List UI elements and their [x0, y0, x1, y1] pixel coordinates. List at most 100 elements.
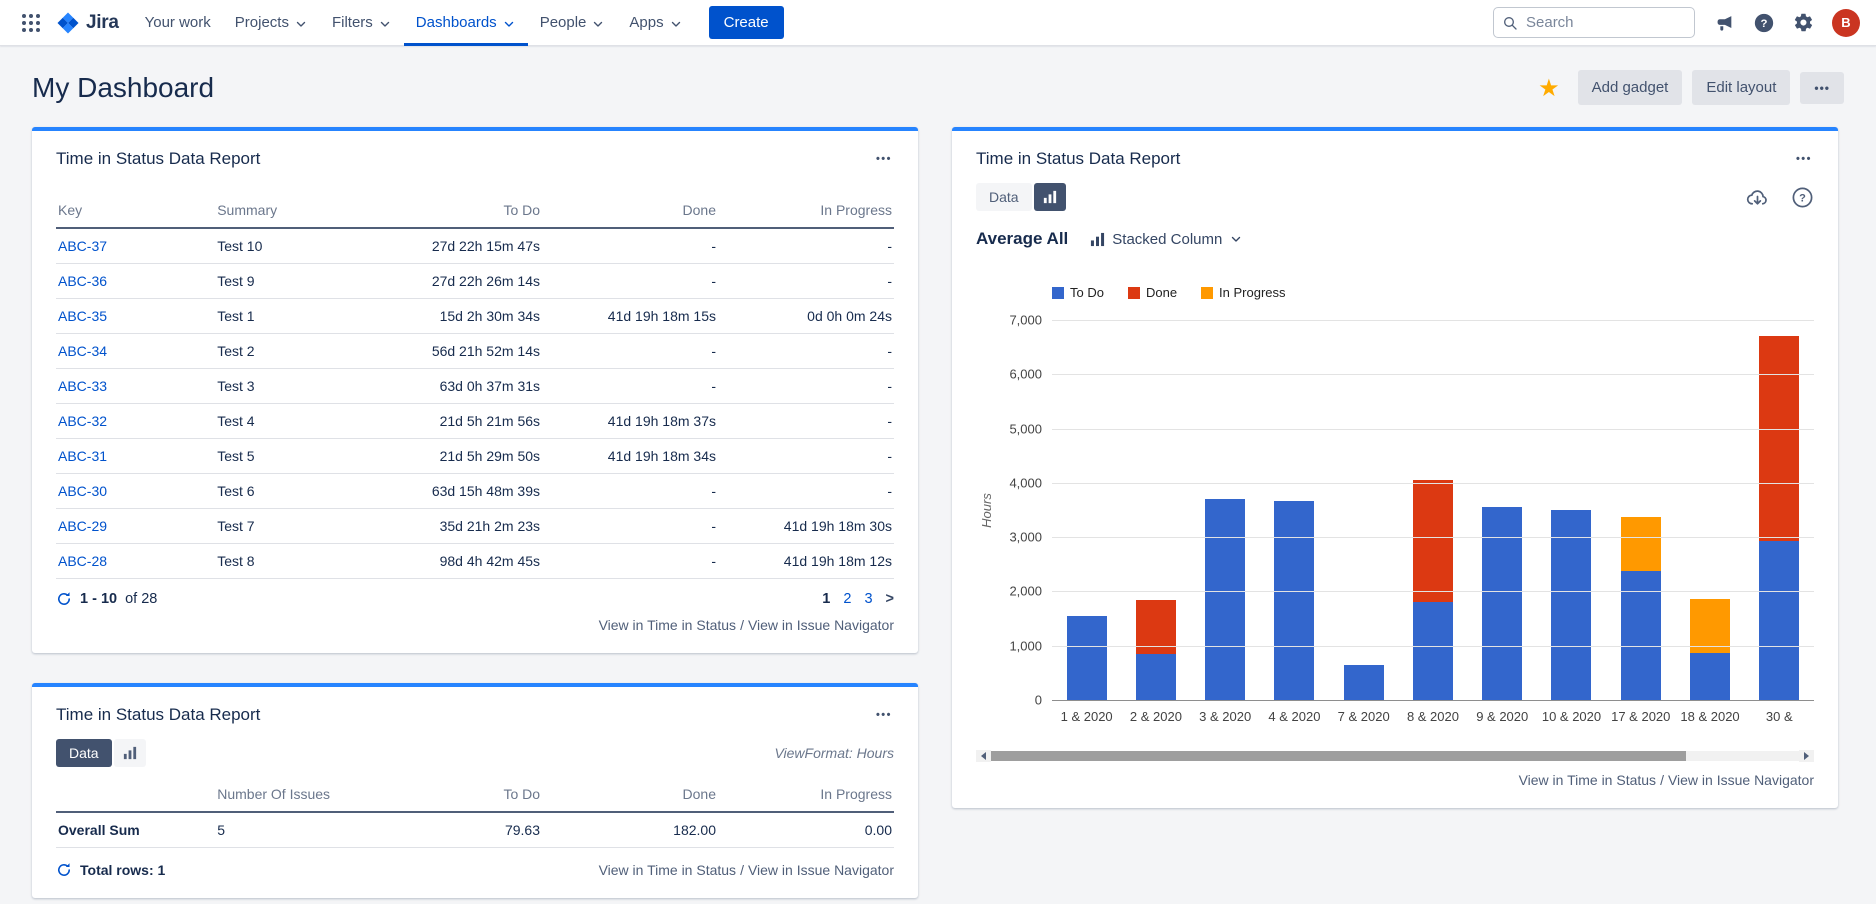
bar-segment-to-do[interactable] [1621, 571, 1661, 700]
announcement-icon[interactable] [1713, 12, 1735, 34]
bar-group [1537, 320, 1606, 700]
favorite-star-icon[interactable]: ★ [1538, 76, 1560, 100]
view-in-issue-navigator-link[interactable]: View in Issue Navigator [748, 617, 894, 633]
issue-key-link[interactable]: ABC-32 [58, 413, 107, 429]
gadget-menu-button[interactable]: ••• [874, 149, 894, 169]
dashboard-more-button[interactable]: ••• [1800, 72, 1844, 104]
issue-key-link[interactable]: ABC-28 [58, 553, 107, 569]
y-axis-tick-label: 4,000 [1009, 475, 1042, 490]
table-row: ABC-31 Test 5 21d 5h 29m 50s 41d 19h 18m… [56, 439, 894, 474]
bar-segment-to-do[interactable] [1136, 654, 1176, 700]
download-icon[interactable] [1746, 186, 1769, 209]
nav-item-people[interactable]: People [528, 0, 618, 46]
issue-key-link[interactable]: ABC-29 [58, 518, 107, 534]
bar-segment-to-do[interactable] [1274, 501, 1314, 700]
inprogress-cell: - [718, 439, 894, 474]
jira-logo[interactable]: Jira [56, 11, 119, 35]
chart-view-tab[interactable] [1034, 183, 1066, 211]
app-switcher-icon[interactable] [16, 8, 46, 38]
view-in-time-in-status-link[interactable]: View in Time in Status [599, 862, 736, 878]
bar-group [1398, 320, 1467, 700]
page-number-link[interactable]: 3 [864, 591, 872, 607]
bar-segment-to-do[interactable] [1344, 665, 1384, 700]
issue-key-link[interactable]: ABC-34 [58, 343, 107, 359]
nav-item-apps[interactable]: Apps [617, 0, 694, 46]
issue-key-link[interactable]: ABC-35 [58, 308, 107, 324]
table-row: ABC-34 Test 2 56d 21h 52m 14s - - [56, 334, 894, 369]
bar-segment-to-do[interactable] [1759, 541, 1799, 700]
issue-key-link[interactable]: ABC-31 [58, 448, 107, 464]
chart-horizontal-scrollbar[interactable] [976, 750, 1814, 762]
link-separator: / [740, 862, 744, 878]
page-number-link[interactable]: 2 [843, 591, 851, 607]
done-cell: - [542, 228, 718, 264]
data-view-tab[interactable]: Data [976, 183, 1032, 211]
svg-text:?: ? [1761, 17, 1768, 29]
issue-key-link[interactable]: ABC-36 [58, 273, 107, 289]
issue-key-link[interactable]: ABC-37 [58, 238, 107, 254]
bar-segment-done[interactable] [1413, 480, 1453, 602]
page-number-current[interactable]: 1 [822, 591, 830, 607]
help-icon[interactable]: ? [1791, 186, 1814, 209]
legend-swatch [1128, 287, 1140, 299]
table-row: ABC-33 Test 3 63d 0h 37m 31s - - [56, 369, 894, 404]
x-axis-tick-label: 17 & 2020 [1606, 700, 1675, 724]
issue-key-link[interactable]: ABC-30 [58, 483, 107, 499]
chart-type-label: Stacked Column [1112, 231, 1222, 248]
x-axis-tick-label: 1 & 2020 [1052, 700, 1121, 724]
bar-segment-to-do[interactable] [1482, 507, 1522, 700]
gadget-menu-button[interactable]: ••• [874, 705, 894, 725]
top-navigation: Jira Your work Projects Filters Dashboar… [0, 0, 1876, 46]
search-input[interactable] [1493, 7, 1695, 38]
chart-gridline [1052, 374, 1814, 375]
issue-key-link[interactable]: ABC-33 [58, 378, 107, 394]
chart-gridline [1052, 591, 1814, 592]
view-in-issue-navigator-link[interactable]: View in Issue Navigator [748, 862, 894, 878]
gadget-menu-button[interactable]: ••• [1794, 149, 1814, 169]
inprogress-cell: - [718, 334, 894, 369]
view-in-issue-navigator-link[interactable]: View in Issue Navigator [1668, 772, 1814, 788]
summary-cell: Test 10 [215, 228, 366, 264]
chart-type-dropdown[interactable]: Stacked Column [1090, 231, 1243, 248]
bar-segment-to-do[interactable] [1690, 653, 1730, 700]
refresh-icon[interactable] [56, 591, 72, 607]
next-page-button[interactable]: > [886, 591, 894, 607]
scrollbar-track[interactable] [991, 751, 1799, 761]
nav-item-your-work[interactable]: Your work [133, 0, 223, 46]
edit-layout-button[interactable]: Edit layout [1692, 70, 1790, 105]
chart-gridline [1052, 320, 1814, 321]
refresh-icon[interactable] [56, 862, 72, 878]
todo-cell: 21d 5h 21m 56s [366, 404, 542, 439]
view-in-time-in-status-link[interactable]: View in Time in Status [599, 617, 736, 633]
nav-item-filters[interactable]: Filters [320, 0, 404, 46]
search-icon [1502, 15, 1518, 31]
bar-segment-to-do[interactable] [1067, 616, 1107, 700]
summary-cell: Test 6 [215, 474, 366, 509]
chevron-down-icon [669, 17, 683, 31]
nav-item-label: Dashboards [416, 14, 497, 31]
bar-segment-done[interactable] [1759, 336, 1799, 541]
nav-item-dashboards[interactable]: Dashboards [404, 0, 528, 46]
y-axis-tick-label: 1,000 [1009, 638, 1042, 653]
help-icon[interactable]: ? [1753, 12, 1775, 34]
inprogress-cell: 0.00 [718, 812, 894, 848]
scroll-right-button[interactable] [1799, 750, 1814, 762]
data-view-tab[interactable]: Data [56, 739, 112, 767]
bar-segment-in-progress[interactable] [1621, 517, 1661, 571]
scrollbar-thumb[interactable] [991, 751, 1686, 761]
bar-segment-to-do[interactable] [1551, 510, 1591, 700]
create-button[interactable]: Create [709, 6, 784, 39]
scroll-left-button[interactable] [976, 750, 991, 762]
legend-label: In Progress [1219, 285, 1285, 300]
add-gadget-button[interactable]: Add gadget [1578, 70, 1683, 105]
nav-item-projects[interactable]: Projects [223, 0, 320, 46]
chart-view-tab[interactable] [114, 739, 146, 767]
summary-cell: Test 7 [215, 509, 366, 544]
done-cell: - [542, 334, 718, 369]
nav-right-section: ? B [1493, 7, 1860, 38]
view-in-time-in-status-link[interactable]: View in Time in Status [1519, 772, 1656, 788]
bar-segment-to-do[interactable] [1205, 499, 1245, 700]
settings-gear-icon[interactable] [1793, 12, 1814, 33]
bar-segment-to-do[interactable] [1413, 602, 1453, 700]
user-avatar[interactable]: B [1832, 9, 1860, 37]
